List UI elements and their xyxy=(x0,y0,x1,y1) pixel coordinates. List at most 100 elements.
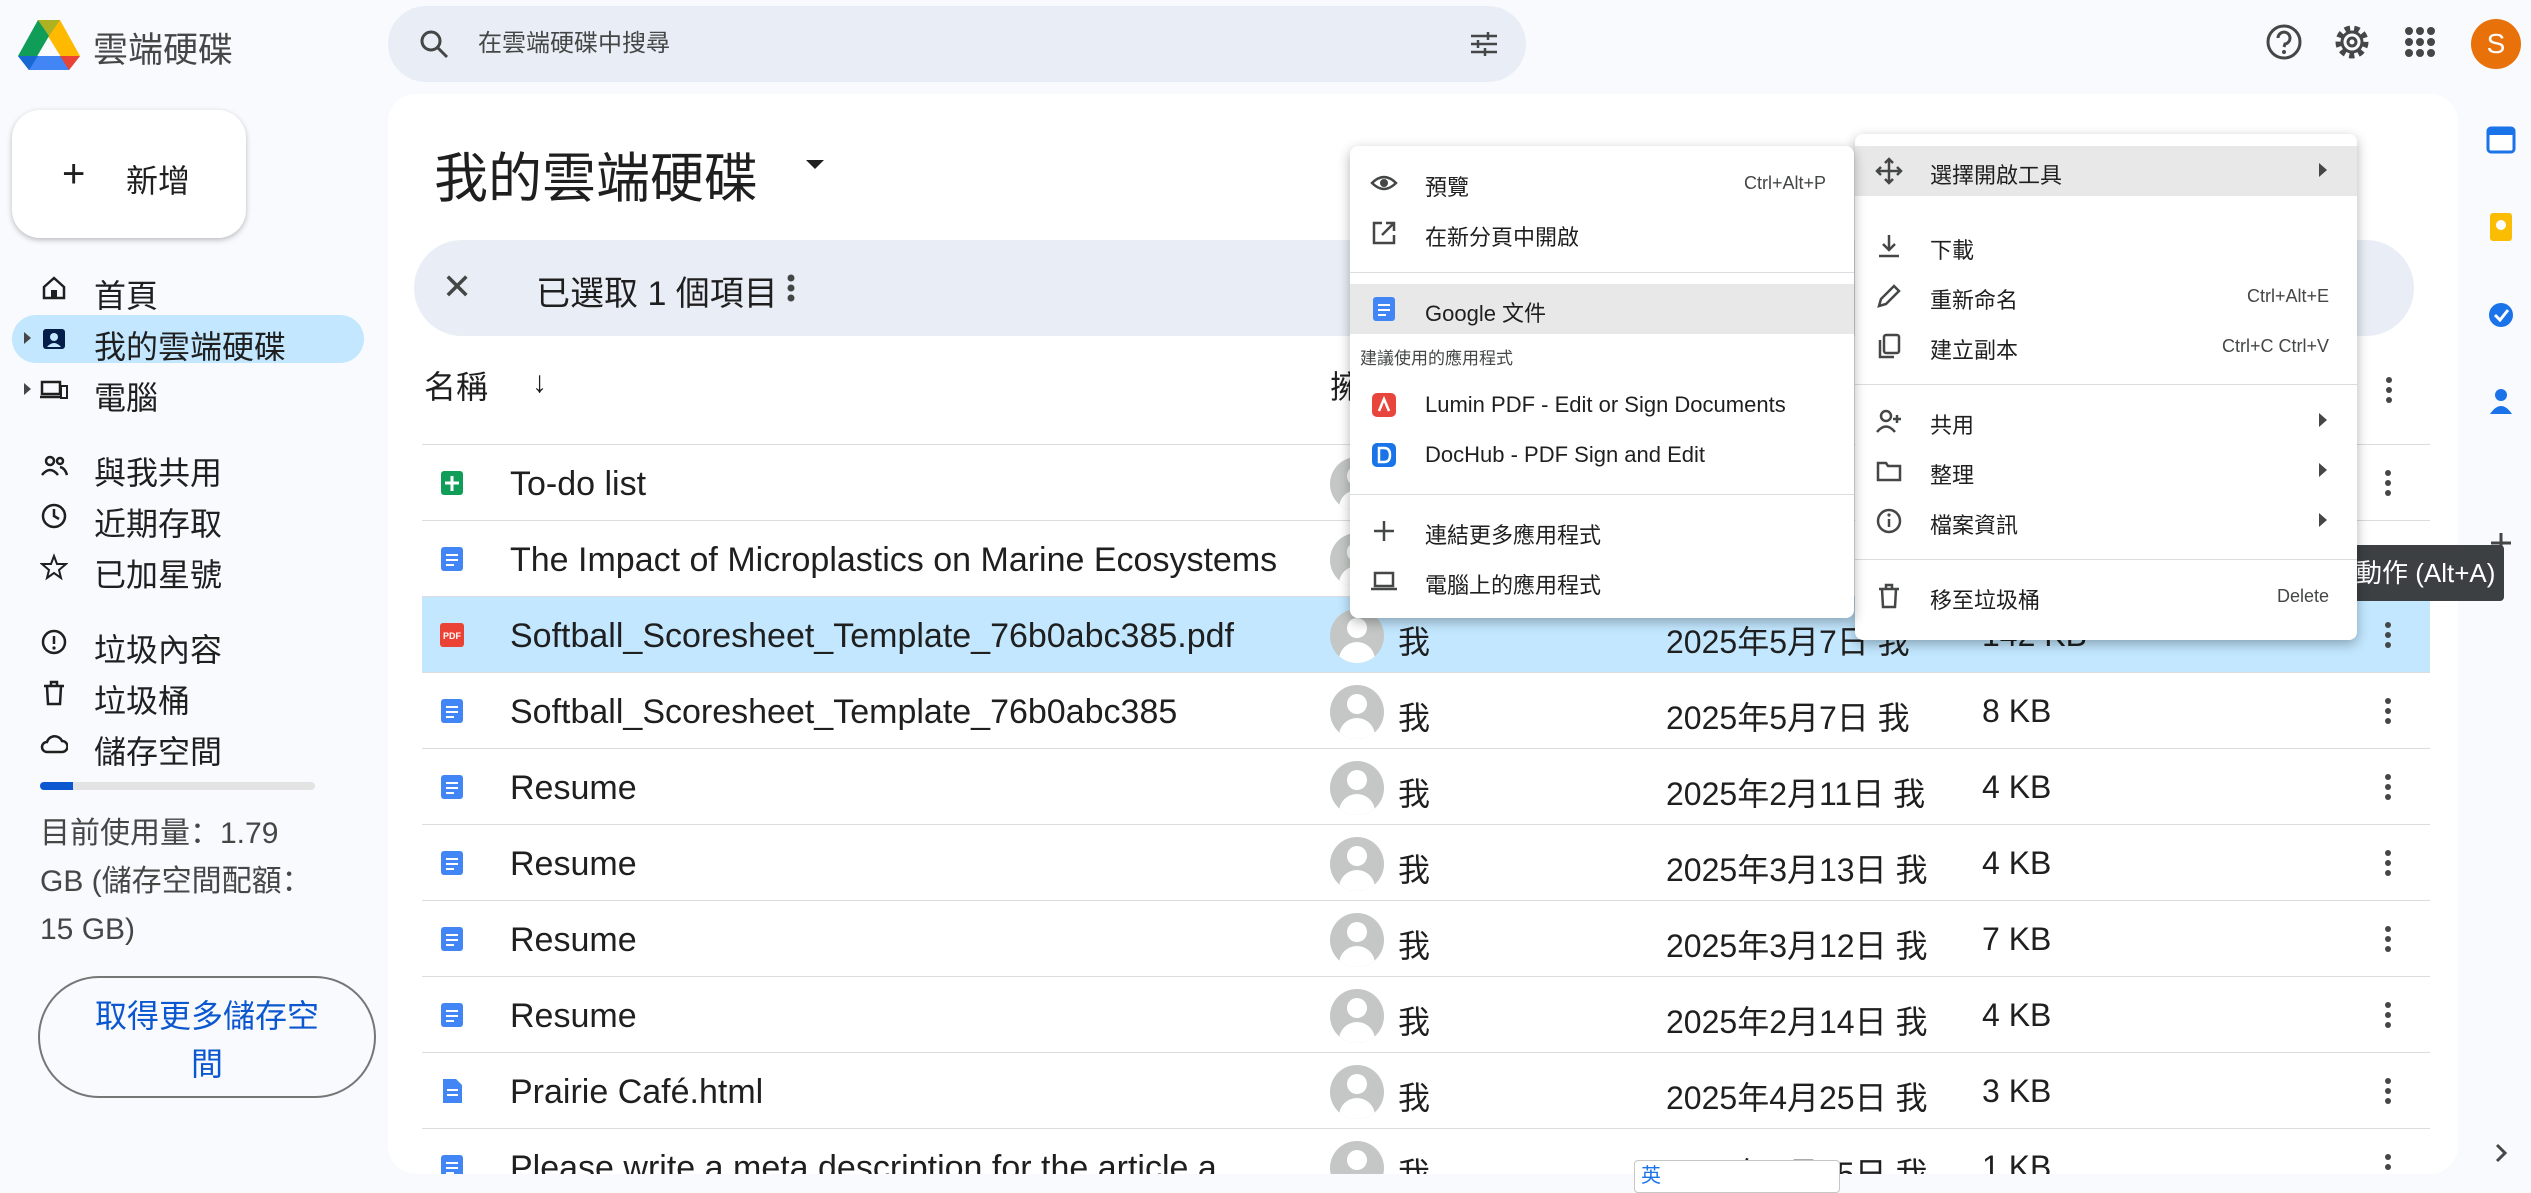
file-name[interactable]: Please write a meta description for the … xyxy=(510,1149,1245,1174)
menu-item-preview[interactable]: 預覽 Ctrl+Alt+P xyxy=(1350,158,1854,208)
row-more-icon[interactable] xyxy=(2384,1077,2392,1105)
menu-item-lumin-pdf[interactable]: Lumin PDF - Edit or Sign Documents xyxy=(1350,380,1854,430)
file-row[interactable]: Resume 我 2025年3月12日 我 7 KB xyxy=(422,900,2430,976)
more-actions-icon[interactable] xyxy=(786,264,796,312)
search-icon[interactable] xyxy=(418,28,450,60)
chevron-right-icon[interactable] xyxy=(2486,1138,2516,1168)
menu-item-move-to-trash[interactable]: 移至垃圾桶 Delete xyxy=(1855,571,2357,621)
sidebar-item-recent[interactable]: 近期存取 xyxy=(12,492,364,542)
search-input[interactable] xyxy=(478,22,1378,66)
menu-item-file-info[interactable]: 檔案資訊 xyxy=(1855,496,2357,546)
file-name[interactable]: Resume xyxy=(510,845,637,884)
sidebar-item-label: 垃圾桶 xyxy=(94,683,191,719)
file-name[interactable]: Resume xyxy=(510,769,637,808)
get-more-storage-button[interactable]: 取得更多儲存空間 xyxy=(38,976,376,1098)
shortcut-label: Ctrl+C Ctrl+V xyxy=(2221,336,2329,356)
ime-language-label[interactable]: 英 xyxy=(1641,1165,1661,1187)
docs-file-icon xyxy=(438,1001,466,1029)
pencil-icon xyxy=(1875,282,1903,310)
keep-icon[interactable] xyxy=(2486,212,2516,242)
sidebar-item-starred[interactable]: 已加星號 xyxy=(12,543,364,593)
storage-usage-bar xyxy=(40,782,315,790)
sidebar-item-shared[interactable]: 與我共用 xyxy=(12,441,364,491)
file-row[interactable]: Prairie Café.html 我 2025年4月25日 我 3 KB xyxy=(422,1052,2430,1128)
menu-item-computer-apps[interactable]: 電腦上的應用程式 xyxy=(1350,556,1854,606)
row-more-icon[interactable] xyxy=(2384,1153,2392,1174)
sidebar-item-label: 已加星號 xyxy=(94,557,223,593)
menu-item-label: 預覽 xyxy=(1425,175,1470,200)
sheets-file-icon xyxy=(438,469,466,497)
account-avatar[interactable]: S xyxy=(2471,19,2521,69)
settings-icon[interactable] xyxy=(2332,22,2372,62)
menu-item-open-new-tab[interactable]: 在新分頁中開啟 xyxy=(1350,208,1854,258)
row-more-icon[interactable] xyxy=(2384,925,2392,953)
expand-caret-icon[interactable] xyxy=(24,332,31,344)
chevron-down-icon[interactable] xyxy=(806,160,824,169)
dochub-icon xyxy=(1370,441,1398,469)
page-title[interactable]: 我的雲端硬碟 xyxy=(434,134,758,213)
search-bar[interactable] xyxy=(388,6,1526,82)
menu-item-rename[interactable]: 重新命名 Ctrl+Alt+E xyxy=(1855,271,2357,321)
apps-grid-icon[interactable] xyxy=(2400,22,2440,62)
menu-item-label: 重新命名 xyxy=(1930,288,2019,313)
row-more-icon[interactable] xyxy=(2384,849,2392,877)
sidebar-item-storage[interactable]: 儲存空間 xyxy=(12,720,364,770)
google-drive-logo[interactable] xyxy=(18,18,80,70)
docs-file-icon xyxy=(438,849,466,877)
shortcut-label: Ctrl+Alt+P xyxy=(1743,173,1826,193)
storage-usage-text: 目前使用量：1.79 GB (儲存空間配額：15 GB) xyxy=(40,817,312,946)
row-more-icon[interactable] xyxy=(2384,621,2392,649)
menu-divider xyxy=(1855,384,2357,385)
file-name[interactable]: Prairie Café.html xyxy=(510,1073,763,1112)
file-name[interactable]: The Impact of Microplastics on Marine Ec… xyxy=(510,541,1277,580)
help-icon[interactable] xyxy=(2264,22,2304,62)
sidebar-item-home[interactable]: 首頁 xyxy=(12,264,364,314)
menu-item-make-copy[interactable]: 建立副本 Ctrl+C Ctrl+V xyxy=(1855,321,2357,371)
expand-caret-icon[interactable] xyxy=(24,383,31,395)
lumin-pdf-icon xyxy=(1370,391,1398,419)
file-name[interactable]: Resume xyxy=(510,997,637,1036)
file-name[interactable]: Resume xyxy=(510,921,637,960)
row-more-icon[interactable] xyxy=(2384,1001,2392,1029)
sidebar-item-computers[interactable]: 電腦 xyxy=(12,366,364,416)
menu-divider xyxy=(1350,272,1854,273)
file-row[interactable]: Resume 我 2025年3月13日 我 4 KB xyxy=(422,824,2430,900)
tasks-icon[interactable] xyxy=(2486,300,2516,330)
file-row[interactable]: Please write a meta description for the … xyxy=(422,1128,2430,1174)
column-header-name[interactable]: 名稱 xyxy=(424,362,488,408)
file-modified: 2025年5月7日 我 xyxy=(1666,700,1910,736)
sidebar-item-my-drive[interactable]: 我的雲端硬碟 xyxy=(12,315,364,365)
file-row[interactable]: Resume 我 2025年2月14日 我 4 KB xyxy=(422,976,2430,1052)
menu-item-share[interactable]: 共用 xyxy=(1855,396,2357,446)
calendar-icon[interactable] xyxy=(2486,124,2516,154)
file-owner: 我 xyxy=(1398,700,1431,736)
search-options-icon[interactable] xyxy=(1468,28,1500,60)
menu-item-connect-more-apps[interactable]: 連結更多應用程式 xyxy=(1350,506,1854,556)
file-name[interactable]: Softball_Scoresheet_Template_76b0abc385 xyxy=(510,693,1177,732)
cloud-icon xyxy=(40,730,68,758)
file-row[interactable]: Softball_Scoresheet_Template_76b0abc385 我… xyxy=(422,672,2430,748)
close-icon[interactable]: ✕ xyxy=(442,266,472,308)
file-row[interactable]: Resume 我 2025年2月11日 我 4 KB xyxy=(422,748,2430,824)
sidebar-item-trash[interactable]: 垃圾桶 xyxy=(12,669,364,719)
copy-icon xyxy=(1875,332,1903,360)
row-more-icon[interactable] xyxy=(2384,697,2392,725)
file-name[interactable]: Softball_Scoresheet_Template_76b0abc385.… xyxy=(510,617,1234,656)
sort-down-icon[interactable]: ↓ xyxy=(532,366,547,400)
row-more-icon[interactable] xyxy=(2384,773,2392,801)
my-drive-icon xyxy=(40,325,68,353)
menu-item-google-docs[interactable]: Google 文件 xyxy=(1350,284,1854,334)
file-size: 4 KB xyxy=(1982,769,2052,805)
file-name[interactable]: To-do list xyxy=(510,465,646,504)
sidebar-item-spam[interactable]: 垃圾內容 xyxy=(12,618,364,668)
row-more-icon[interactable] xyxy=(2384,469,2392,497)
menu-item-download[interactable]: 下載 xyxy=(1855,221,2357,271)
input-method-toolbar[interactable]: 英 xyxy=(1634,1160,1840,1193)
column-options-icon[interactable] xyxy=(2385,376,2393,404)
new-button[interactable]: + 新增 xyxy=(12,110,246,238)
menu-item-open-with[interactable]: 選擇開啟工具 xyxy=(1855,146,2357,196)
menu-item-organize[interactable]: 整理 xyxy=(1855,446,2357,496)
file-owner: 我 xyxy=(1398,1156,1431,1174)
menu-item-dochub[interactable]: DocHub - PDF Sign and Edit xyxy=(1350,430,1854,480)
contacts-icon[interactable] xyxy=(2486,386,2516,416)
